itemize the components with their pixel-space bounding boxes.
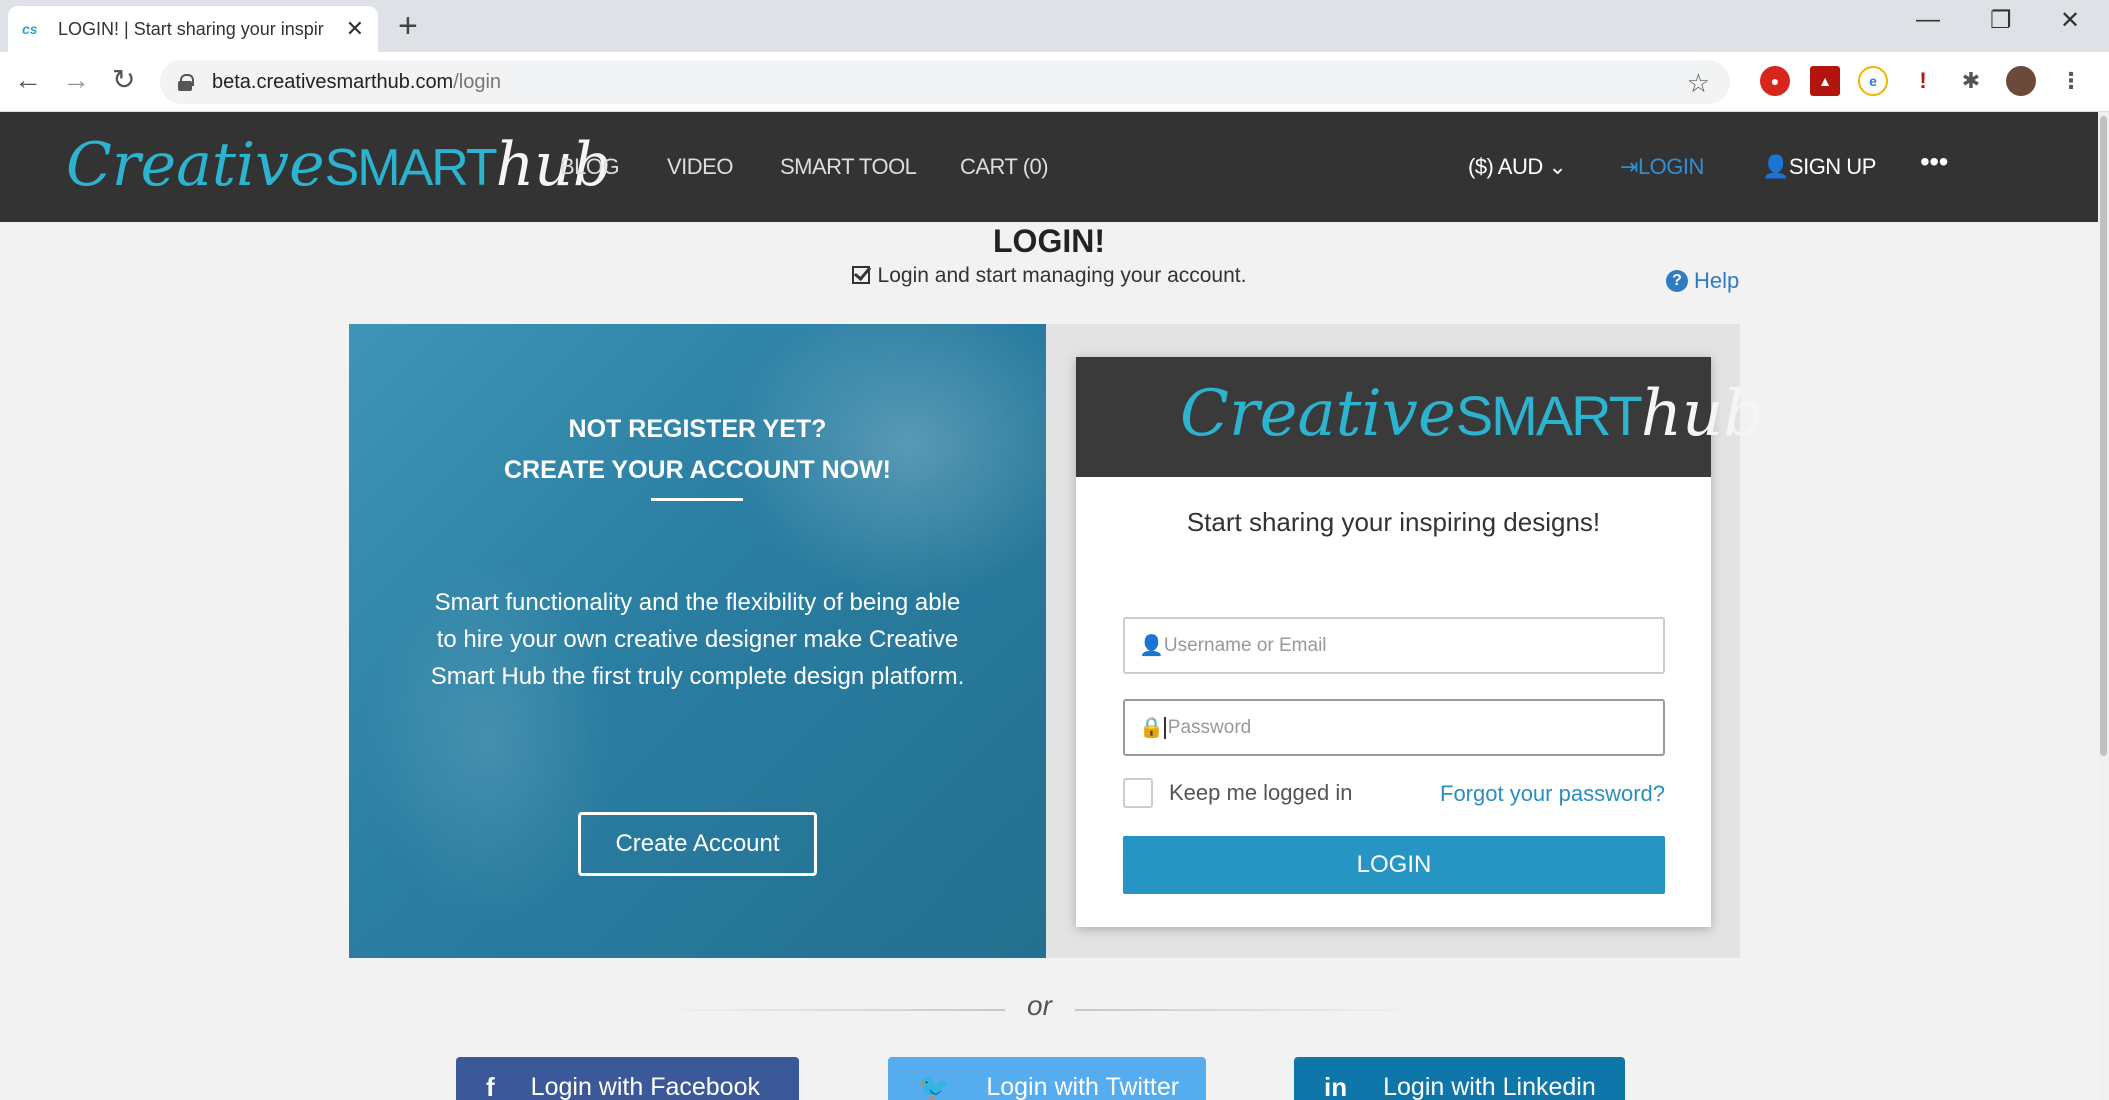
lock-icon[interactable] xyxy=(178,74,194,91)
facebook-login-button[interactable]: f Login with Facebook xyxy=(456,1057,799,1100)
page-subtitle: Login and start managing your account. xyxy=(0,264,2098,288)
question-circle-icon: ? xyxy=(1666,270,1688,292)
nav-video[interactable]: VIDEO xyxy=(667,154,733,180)
divider-line-left xyxy=(660,1009,1005,1011)
nav-cart[interactable]: CART (0) xyxy=(960,154,1049,180)
nav-signup[interactable]: 👤SIGN UP xyxy=(1762,154,1876,180)
currency-selector[interactable]: ($) AUD ⌄ xyxy=(1468,154,1567,180)
linkedin-login-button[interactable]: in Login with Linkedin xyxy=(1294,1057,1625,1100)
lock-icon: 🔒 xyxy=(1139,717,1164,739)
username-input[interactable] xyxy=(1163,634,1649,657)
nav-login[interactable]: ⇥LOGIN xyxy=(1620,154,1704,180)
nav-smart-tool[interactable]: SMART TOOL xyxy=(780,154,917,180)
translate-extension-icon[interactable]: e xyxy=(1858,66,1888,96)
site-favicon-icon: cs xyxy=(22,21,38,37)
new-tab-button[interactable]: + xyxy=(398,8,418,44)
browser-toolbar: ← → ↻ beta.creativesmarthub.com/login ☆ … xyxy=(0,52,2109,112)
reload-icon[interactable]: ↻ xyxy=(112,64,135,96)
pdf-extension-icon[interactable]: ▲ xyxy=(1810,66,1840,96)
more-menu-icon[interactable]: ••• xyxy=(1920,146,1948,178)
url-text: beta.creativesmarthub.com/login xyxy=(212,70,502,93)
create-account-button[interactable]: Create Account xyxy=(578,812,817,876)
sign-in-icon: ⇥ xyxy=(1620,154,1638,179)
forgot-password-link[interactable]: Forgot your password? xyxy=(1440,781,1665,807)
remember-checkbox[interactable] xyxy=(1123,778,1153,808)
text-caret xyxy=(1163,716,1166,739)
promo-text: Smart functionality and the flexibility … xyxy=(430,589,965,690)
login-submit-button[interactable]: LOGIN xyxy=(1123,836,1665,894)
divider-line-right xyxy=(1075,1009,1420,1011)
bookmark-star-icon[interactable]: ☆ xyxy=(1687,68,1710,99)
twitter-login-button[interactable]: 🐦 Login with Twitter xyxy=(888,1057,1206,1100)
register-promo: NOT REGISTER YET? CREATE YOUR ACCOUNT NO… xyxy=(349,324,1046,958)
password-input[interactable] xyxy=(1167,716,1649,739)
site-header: CreativeSMARThub BLOG VIDEO SMART TOOL C… xyxy=(0,112,2098,222)
user-plus-icon: 👤 xyxy=(1762,154,1789,179)
page-title: LOGIN! xyxy=(993,223,1105,259)
restore-window-icon[interactable]: ❐ xyxy=(1990,6,2012,35)
browser-tab[interactable]: cs LOGIN! | Start sharing your inspir ✕ xyxy=(8,6,378,52)
promo-divider xyxy=(651,498,743,501)
minimize-window-icon[interactable]: — xyxy=(1916,6,1940,34)
back-icon[interactable]: ← xyxy=(14,64,42,96)
remember-label: Keep me logged in xyxy=(1169,780,1353,805)
browser-tab-strip: cs LOGIN! | Start sharing your inspir ✕ … xyxy=(0,0,2109,52)
password-field[interactable]: 🔒 xyxy=(1123,699,1665,756)
linkedin-icon: in xyxy=(1324,1071,1348,1100)
tab-title: LOGIN! | Start sharing your inspir xyxy=(58,18,324,39)
extensions-puzzle-icon[interactable]: ✱ xyxy=(1956,66,1986,96)
close-window-icon[interactable]: ✕ xyxy=(2060,6,2080,35)
user-icon: 👤 xyxy=(1139,635,1164,657)
chevron-down-icon: ⌄ xyxy=(1542,154,1567,179)
address-bar[interactable]: beta.creativesmarthub.com/login ☆ xyxy=(160,60,1730,104)
checkbox-checked-icon xyxy=(851,266,870,284)
help-link[interactable]: ? Help xyxy=(1666,268,1739,294)
twitter-icon: 🐦 xyxy=(918,1071,951,1100)
adblock-extension-icon[interactable]: ● xyxy=(1760,66,1790,96)
or-divider: or xyxy=(1027,990,1052,1021)
promo-heading: NOT REGISTER YET? CREATE YOUR ACCOUNT NO… xyxy=(503,415,892,484)
profile-avatar[interactable] xyxy=(2006,66,2036,96)
card-logo: CreativeSMARThub xyxy=(1180,377,1765,451)
remember-me[interactable]: Keep me logged in xyxy=(1123,778,1352,808)
card-header: CreativeSMARThub xyxy=(1076,357,1764,477)
facebook-icon: f xyxy=(486,1071,495,1100)
scrollbar-thumb[interactable] xyxy=(2100,116,2107,756)
site-logo[interactable]: CreativeSMARThub xyxy=(66,130,611,200)
login-tagline: Start sharing your inspiring designs! xyxy=(1186,507,1601,537)
pin-extension-icon[interactable]: ! xyxy=(1908,66,1938,96)
close-tab-icon[interactable]: ✕ xyxy=(346,16,364,42)
forward-icon[interactable]: → xyxy=(62,64,90,96)
browser-menu-icon[interactable]: ⋮ xyxy=(2056,66,2086,96)
username-field[interactable]: 👤 xyxy=(1123,617,1665,674)
login-panel: NOT REGISTER YET? CREATE YOUR ACCOUNT NO… xyxy=(349,324,1764,958)
login-card: CreativeSMARThub Start sharing your insp… xyxy=(1076,357,1764,927)
nav-blog[interactable]: BLOG xyxy=(560,154,620,180)
